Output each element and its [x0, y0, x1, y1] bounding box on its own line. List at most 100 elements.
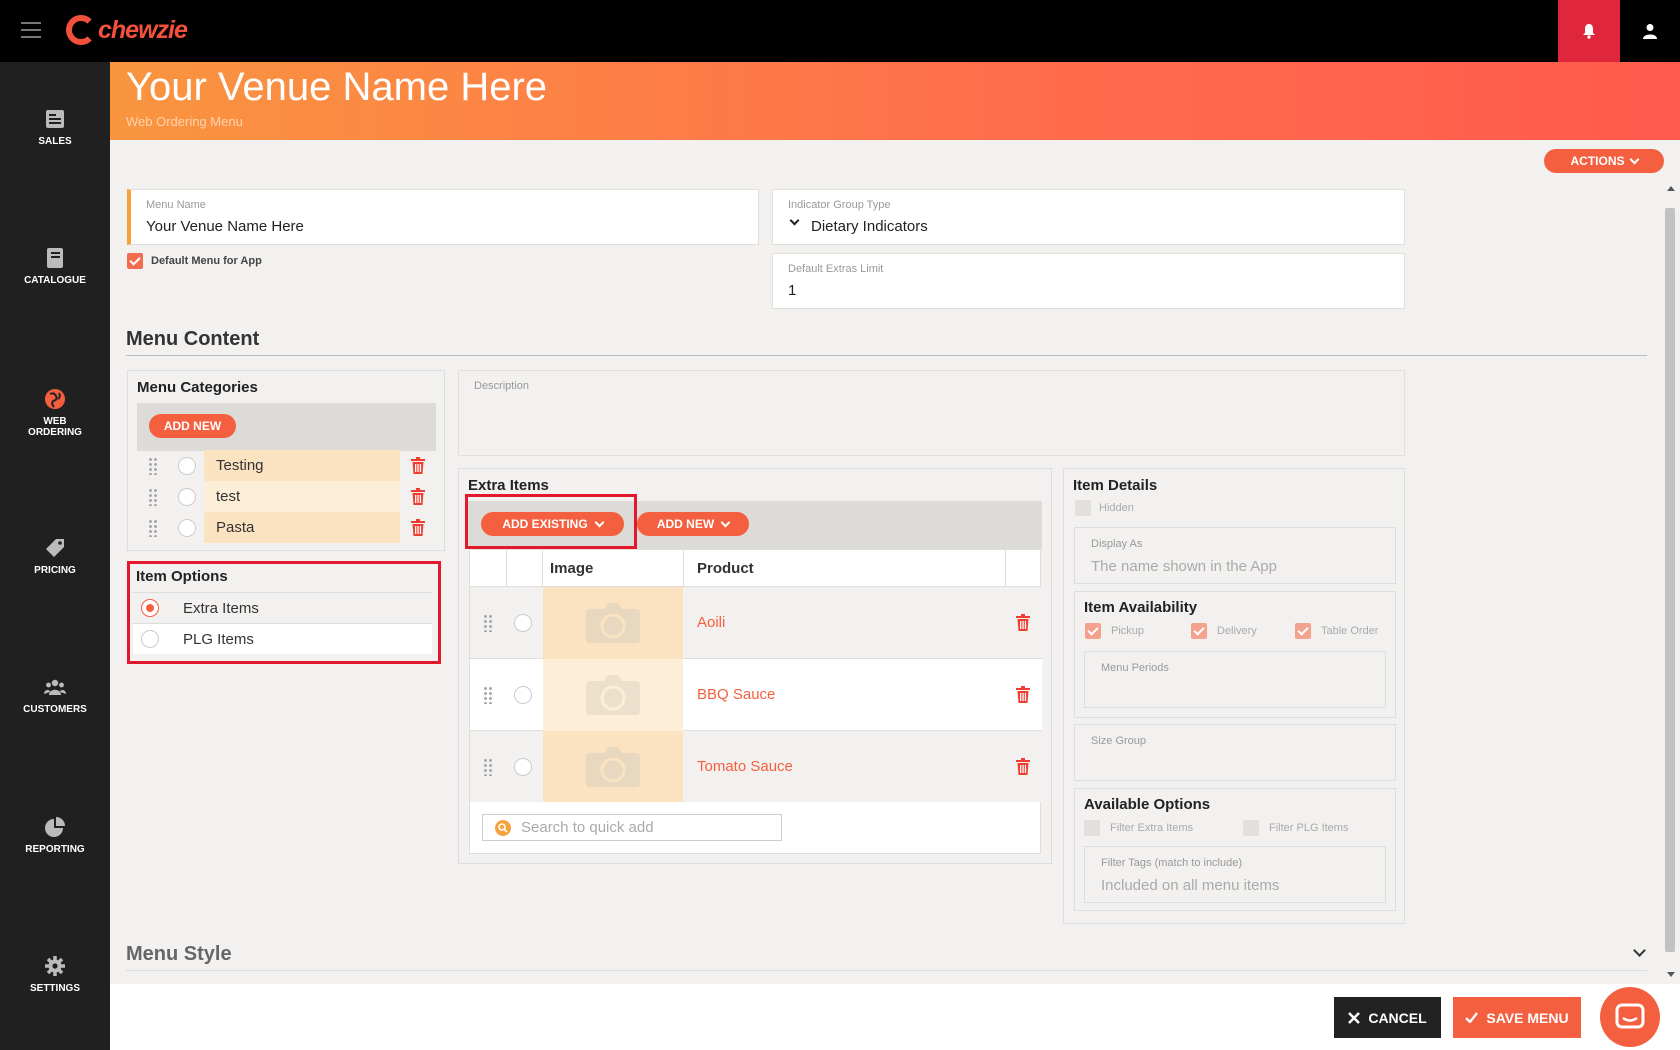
notifications-button[interactable]: [1558, 0, 1620, 62]
sidebar-item-label: PRICING: [34, 565, 76, 576]
description-field[interactable]: Description: [458, 370, 1405, 456]
indicator-group-select[interactable]: Indicator Group Type Dietary Indicators: [772, 189, 1405, 245]
hamburger-menu-icon[interactable]: [21, 22, 41, 38]
product-name-link[interactable]: BBQ Sauce: [697, 686, 775, 703]
scroll-up-arrow-icon[interactable]: [1667, 186, 1675, 191]
trash-icon[interactable]: [410, 488, 425, 505]
scrollbar[interactable]: [1664, 186, 1676, 980]
menu-style-title[interactable]: Menu Style: [126, 943, 232, 966]
filter-tags-value: Included on all menu items: [1101, 877, 1280, 894]
display-as-field[interactable]: Display As The name shown in the App: [1074, 527, 1396, 584]
highlight-box: [127, 561, 441, 664]
item-details-title: Item Details: [1073, 477, 1158, 494]
filter-plg-checkbox[interactable]: [1243, 820, 1259, 836]
chat-launcher-button[interactable]: [1600, 987, 1660, 1047]
search-input[interactable]: Search to quick add: [482, 814, 782, 841]
trash-icon[interactable]: [410, 519, 425, 536]
close-icon: [1348, 1011, 1361, 1024]
filter-tags-field[interactable]: Filter Tags (match to include) Included …: [1084, 846, 1386, 903]
sidebar-item-catalogue[interactable]: CATALOGUE: [0, 247, 110, 286]
sidebar-item-pricing[interactable]: PRICING: [0, 537, 110, 576]
drag-handle-icon[interactable]: [148, 456, 158, 475]
indicator-group-label: Indicator Group Type: [788, 199, 891, 211]
filter-plg-checkbox-row[interactable]: Filter PLG Items: [1243, 820, 1348, 836]
category-radio[interactable]: [178, 518, 196, 537]
category-name: test: [204, 481, 400, 512]
chewzie-logo[interactable]: chewzie: [66, 13, 188, 47]
display-as-label: Display As: [1091, 538, 1143, 550]
scrollbar-thumb[interactable]: [1665, 208, 1675, 952]
save-menu-button[interactable]: SAVE MENU: [1453, 997, 1581, 1038]
drag-handle-icon[interactable]: [148, 487, 158, 506]
row-radio[interactable]: [514, 758, 532, 776]
size-group-field[interactable]: Size Group: [1074, 724, 1396, 781]
row-radio[interactable]: [514, 614, 532, 632]
default-menu-label: Default Menu for App: [151, 255, 262, 267]
drag-handle-icon[interactable]: [148, 518, 158, 537]
top-bar: chewzie: [0, 0, 1680, 62]
sidebar-item-sales[interactable]: SALES: [0, 108, 110, 147]
default-menu-checkbox[interactable]: [127, 253, 143, 269]
list-item[interactable]: Testing: [136, 450, 435, 481]
actions-button[interactable]: ACTIONS: [1544, 149, 1664, 173]
sidebar-item-web-ordering[interactable]: WEB ORDERING: [0, 388, 110, 438]
pickup-checkbox[interactable]: [1085, 623, 1101, 639]
list-item[interactable]: Pasta: [136, 512, 435, 543]
pie-chart-icon: [45, 817, 65, 837]
pickup-checkbox-row[interactable]: Pickup: [1085, 623, 1144, 639]
trash-icon[interactable]: [1016, 614, 1030, 631]
table-row[interactable]: Tomato Sauce: [470, 731, 1042, 803]
trash-icon[interactable]: [1016, 758, 1030, 775]
trash-icon[interactable]: [1016, 686, 1030, 703]
drag-handle-icon[interactable]: [483, 614, 493, 632]
hidden-checkbox-row[interactable]: Hidden: [1075, 500, 1134, 516]
sidebar-item-customers[interactable]: CUSTOMERS: [0, 676, 110, 715]
sidebar-item-settings[interactable]: SETTINGS: [0, 955, 110, 994]
category-radio[interactable]: [178, 456, 196, 475]
list-item[interactable]: test: [136, 481, 435, 512]
gear-icon: [45, 956, 65, 976]
chevron-down-icon[interactable]: [1633, 944, 1646, 957]
table-order-checkbox-row[interactable]: Table Order: [1295, 623, 1378, 639]
drag-handle-icon[interactable]: [483, 758, 493, 776]
camera-icon: [586, 747, 640, 787]
sidebar-item-reporting[interactable]: REPORTING: [0, 816, 110, 855]
hidden-checkbox[interactable]: [1075, 500, 1091, 516]
table-order-label: Table Order: [1321, 625, 1379, 637]
column-header-image[interactable]: Image: [550, 560, 593, 577]
cancel-button[interactable]: CANCEL: [1334, 997, 1441, 1038]
product-name-link[interactable]: Tomato Sauce: [697, 758, 793, 775]
trash-icon[interactable]: [410, 457, 425, 474]
column-header-product[interactable]: Product: [697, 560, 754, 577]
menu-periods-field[interactable]: Menu Periods: [1084, 651, 1386, 708]
add-new-extra-button[interactable]: ADD NEW: [637, 512, 749, 536]
menu-name-value[interactable]: Your Venue Name Here: [146, 218, 304, 235]
product-image: [543, 731, 683, 803]
user-icon: [1643, 24, 1657, 39]
category-radio[interactable]: [178, 487, 196, 506]
people-icon: [44, 679, 66, 695]
default-menu-checkbox-row[interactable]: Default Menu for App: [127, 253, 262, 269]
indicator-group-value: Dietary Indicators: [811, 218, 928, 235]
product-image: [543, 587, 683, 659]
sales-icon: [46, 110, 64, 128]
extras-limit-field[interactable]: Default Extras Limit 1: [772, 253, 1405, 309]
delivery-checkbox-row[interactable]: Delivery: [1191, 623, 1257, 639]
filter-extra-checkbox-row[interactable]: Filter Extra Items: [1084, 820, 1193, 836]
add-new-category-button[interactable]: ADD NEW: [149, 414, 236, 438]
extras-limit-value[interactable]: 1: [788, 282, 796, 299]
table-row[interactable]: Aoili: [470, 587, 1042, 659]
product-name-link[interactable]: Aoili: [697, 614, 725, 631]
table-order-checkbox[interactable]: [1295, 623, 1311, 639]
scroll-down-arrow-icon[interactable]: [1667, 972, 1675, 977]
row-radio[interactable]: [514, 686, 532, 704]
tag-icon: [46, 539, 64, 557]
drag-handle-icon[interactable]: [483, 686, 493, 704]
filter-extra-checkbox[interactable]: [1084, 820, 1100, 836]
table-row[interactable]: BBQ Sauce: [470, 659, 1042, 731]
menu-name-field[interactable]: Menu Name Your Venue Name Here: [127, 189, 759, 245]
sidebar-item-label: CATALOGUE: [24, 275, 86, 286]
delivery-checkbox[interactable]: [1191, 623, 1207, 639]
user-account-button[interactable]: [1620, 0, 1680, 62]
menu-name-label: Menu Name: [146, 199, 206, 211]
